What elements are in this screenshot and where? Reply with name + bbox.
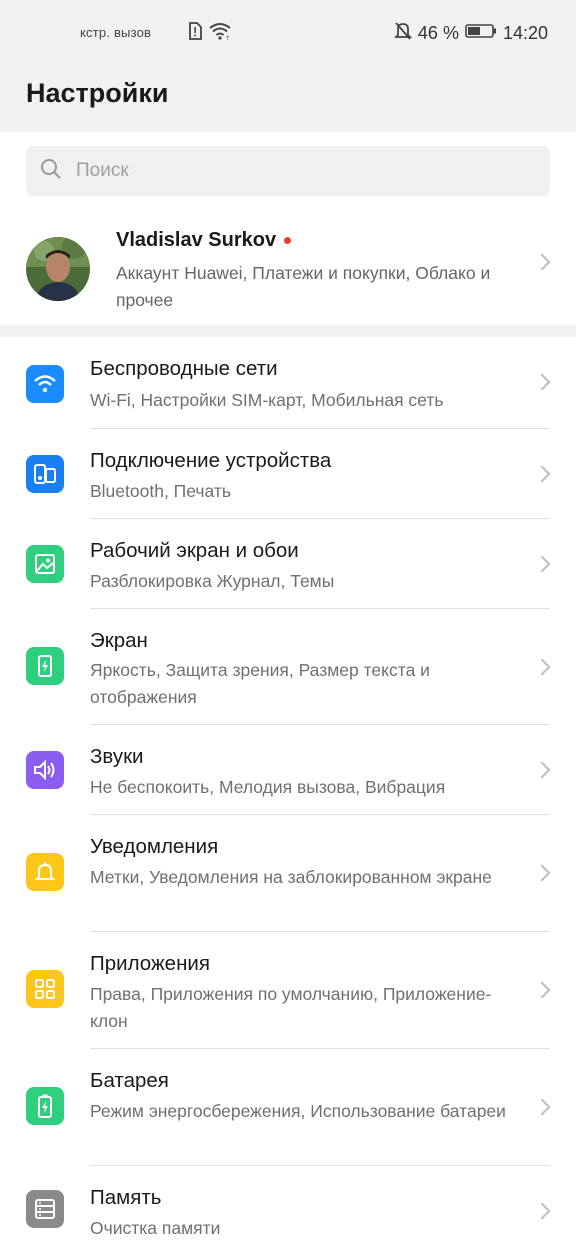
item-title: Подключение устройства bbox=[90, 449, 332, 472]
sim-alert-icon bbox=[188, 22, 202, 45]
item-subtitle: Режим энергосбережения, Использование ба… bbox=[90, 1101, 506, 1121]
settings-item-storage[interactable]: Память Очистка памяти bbox=[0, 1166, 576, 1248]
account-name: Vladislav Surkov bbox=[116, 229, 277, 251]
chevron-right-icon bbox=[533, 658, 551, 676]
bell-icon bbox=[26, 853, 64, 891]
battery-percent: 46 % bbox=[417, 23, 459, 43]
battery-status-icon bbox=[465, 23, 497, 44]
item-title: Память bbox=[90, 1186, 162, 1209]
settings-item-sounds[interactable]: Звуки Не беспокоить, Мелодия вызова, Виб… bbox=[0, 725, 576, 815]
item-subtitle: Метки, Уведомления на заблокированном эк… bbox=[90, 867, 492, 887]
item-subtitle: Не беспокоить, Мелодия вызова, Вибрация bbox=[90, 777, 446, 797]
chevron-right-icon bbox=[533, 253, 551, 271]
item-title: Уведомления bbox=[90, 835, 219, 858]
wallpaper-icon bbox=[26, 545, 64, 583]
device-connection-icon bbox=[26, 455, 64, 493]
settings-item-device-connection[interactable]: Подключение устройства Bluetooth, Печать bbox=[0, 429, 576, 519]
page-title: Настройки bbox=[26, 78, 169, 108]
battery-icon bbox=[26, 1087, 64, 1125]
search-bar bbox=[0, 132, 576, 196]
item-subtitle: Права, Приложения по умолчанию, Приложен… bbox=[90, 984, 492, 1031]
item-subtitle: Очистка памяти bbox=[90, 1218, 221, 1238]
settings-item-notifications[interactable]: Уведомления Метки, Уведомления на заблок… bbox=[0, 815, 576, 932]
chevron-right-icon bbox=[533, 761, 551, 779]
item-title: Рабочий экран и обои bbox=[90, 539, 299, 562]
sound-icon bbox=[26, 751, 64, 789]
settings-item-display[interactable]: Экран Яркость, Защита зрения, Размер тек… bbox=[0, 609, 576, 725]
chevron-right-icon bbox=[533, 1098, 551, 1116]
clock: 14:20 bbox=[502, 23, 548, 43]
search-icon bbox=[40, 158, 62, 185]
settings-item-wireless[interactable]: Беспроводные сети Wi-Fi, Настройки SIM-к… bbox=[0, 337, 576, 429]
search-box[interactable] bbox=[26, 146, 550, 196]
chevron-right-icon bbox=[533, 864, 551, 882]
chevron-right-icon bbox=[533, 373, 551, 391]
account-row[interactable]: Vladislav Surkov Аккаунт Huawei, Платежи… bbox=[0, 196, 576, 325]
chevron-right-icon bbox=[533, 555, 551, 573]
account-subtitle: Аккаунт Huawei, Платежи и покупки, Облак… bbox=[116, 263, 491, 310]
avatar bbox=[26, 237, 90, 301]
item-title: Батарея bbox=[90, 1069, 169, 1092]
wifi-icon bbox=[26, 365, 64, 403]
settings-list: Беспроводные сети Wi-Fi, Настройки SIM-к… bbox=[0, 337, 576, 1248]
settings-item-battery[interactable]: Батарея Режим энергосбережения, Использо… bbox=[0, 1049, 576, 1166]
carrier-text: кстр. вызов bbox=[80, 25, 152, 40]
settings-item-home-screen[interactable]: Рабочий экран и обои Разблокировка Журна… bbox=[0, 519, 576, 609]
search-input[interactable] bbox=[76, 160, 476, 182]
status-bar: кстр. вызов ↑ 46 % 14:20 bbox=[0, 0, 576, 66]
chevron-right-icon bbox=[533, 1202, 551, 1220]
settings-item-apps[interactable]: Приложения Права, Приложения по умолчани… bbox=[0, 932, 576, 1049]
item-subtitle: Wi-Fi, Настройки SIM-карт, Мобильная сет… bbox=[90, 390, 444, 410]
storage-icon bbox=[26, 1190, 64, 1228]
item-title: Беспроводные сети bbox=[90, 357, 278, 380]
item-title: Экран bbox=[90, 629, 148, 652]
item-title: Звуки bbox=[90, 745, 144, 768]
display-icon bbox=[26, 647, 64, 685]
notification-dot bbox=[284, 237, 292, 244]
apps-icon bbox=[26, 970, 64, 1008]
mute-bell-icon bbox=[393, 21, 413, 46]
item-subtitle: Яркость, Защита зрения, Размер текста и … bbox=[90, 660, 430, 707]
header: кстр. вызов ↑ 46 % 14:20 Настройки bbox=[0, 0, 576, 132]
item-subtitle: Bluetooth, Печать bbox=[90, 481, 231, 501]
wifi-status-icon: ↑ bbox=[208, 22, 232, 45]
chevron-right-icon bbox=[533, 981, 551, 999]
svg-text:↑: ↑ bbox=[225, 35, 230, 40]
item-title: Приложения bbox=[90, 952, 210, 975]
chevron-right-icon bbox=[533, 465, 551, 483]
section-separator bbox=[0, 325, 576, 337]
item-subtitle: Разблокировка Журнал, Темы bbox=[90, 571, 335, 591]
